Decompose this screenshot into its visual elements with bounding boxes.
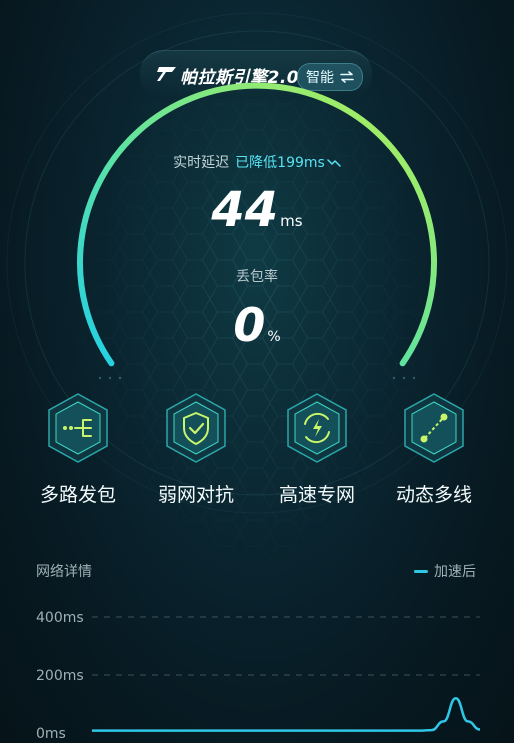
latency-label: 实时延迟 (173, 155, 230, 171)
multipath-icon (48, 393, 108, 463)
packet-loss-value: 0 (233, 298, 266, 352)
packet-loss-value-row: 0% (0, 296, 514, 366)
latency-label-row: 实时延迟 已降低199ms (0, 152, 514, 172)
shield-check-icon (166, 393, 226, 463)
y-tick-label: 400ms (36, 610, 84, 626)
y-tick-label: 200ms (36, 668, 84, 684)
feature-weak-network[interactable]: 弱网对抗 (141, 388, 251, 508)
latency-reduced-text: 已降低199ms (235, 155, 325, 171)
legend-label: 加速后 (434, 564, 476, 580)
y-tick-label: 0ms (36, 726, 66, 742)
feature-multipath[interactable]: 多路发包 (23, 388, 133, 508)
chart-legend: 加速后 (414, 561, 476, 581)
packet-loss-label: 丢包率 (236, 269, 278, 285)
latency-value-row: 44 ms (0, 180, 514, 251)
feature-label: 动态多线 (395, 484, 472, 506)
latency-chart: 400ms 200ms 0ms (36, 610, 481, 742)
feature-label: 高速专网 (278, 484, 355, 506)
lightning-cycle-icon (287, 393, 347, 463)
network-details-title: 网络详情 (36, 564, 92, 580)
series-line (91, 696, 481, 732)
packet-loss-unit: % (267, 329, 281, 345)
dynamic-link-icon (404, 393, 464, 463)
feature-dynamic-multiline[interactable]: 动态多线 (379, 388, 489, 508)
feature-label: 多路发包 (39, 484, 116, 506)
feature-high-speed-network[interactable]: 高速专网 (262, 388, 372, 508)
legend-swatch (414, 569, 428, 573)
latency-value: 44 (211, 182, 279, 238)
feature-label: 弱网对抗 (157, 484, 234, 506)
trend-down-icon (327, 159, 341, 167)
latency-unit: ms (280, 212, 303, 230)
